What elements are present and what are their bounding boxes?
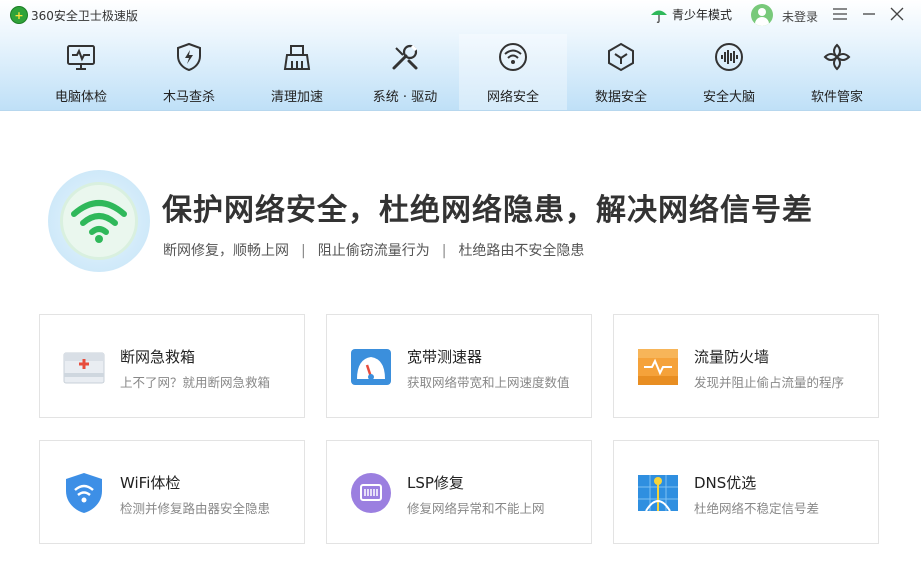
page-title: 保护网络安全，杜绝网络隐患，解决网络信号差 (162, 193, 813, 228)
hexagon-cube-icon (608, 42, 634, 72)
card-desc: 发现并阻止偷占流量的程序 (694, 375, 845, 390)
card-desc: 杜绝网络不稳定信号差 (694, 501, 820, 516)
tab-security-brain[interactable]: 安全大脑 (675, 34, 783, 110)
network-status-badge (48, 170, 150, 272)
card-title: DNS优选 (694, 474, 757, 492)
app-window: + 360安全卫士极速版 青少年模式 未登录 电脑体检 木马查杀 清理加速 系统… (0, 0, 921, 576)
card-desc: 修复网络异常和不能上网 (407, 501, 545, 516)
minimize-icon (863, 13, 875, 15)
tab-network-security[interactable]: 网络安全 (459, 34, 567, 110)
hamburger-icon (833, 8, 847, 20)
card-network-first-aid[interactable]: 断网急救箱 上不了网？就用断网急救箱 (39, 314, 305, 418)
tab-label: 清理加速 (270, 90, 323, 105)
brain-wave-icon (715, 43, 743, 71)
tab-label: 电脑体检 (54, 90, 107, 105)
tab-trojan-scan[interactable]: 木马查杀 (135, 34, 243, 110)
subtitle-separator: | (301, 243, 306, 259)
title-bar: + 360安全卫士极速版 青少年模式 未登录 (0, 0, 921, 30)
tab-label: 网络安全 (486, 90, 539, 105)
firewall-icon (638, 349, 678, 385)
login-link[interactable]: 未登录 (782, 8, 818, 25)
card-desc: 检测并修复路由器安全隐患 (120, 501, 271, 516)
tab-label: 数据安全 (594, 90, 647, 105)
flower-grid-icon (823, 43, 851, 71)
tab-system-driver[interactable]: 系统 · 驱动 (351, 34, 459, 110)
wifi-icon (499, 43, 527, 71)
wifi-shield-icon (66, 473, 102, 513)
card-title: 流量防火墙 (694, 348, 770, 366)
subtitle-item: 杜绝路由不安全隐患 (458, 243, 585, 259)
card-desc: 上不了网？就用断网急救箱 (120, 375, 271, 390)
tab-data-security[interactable]: 数据安全 (567, 34, 675, 110)
tab-label: 系统 · 驱动 (372, 90, 438, 105)
card-title: LSP修复 (407, 474, 464, 492)
menu-button[interactable] (830, 4, 850, 24)
header: + 360安全卫士极速版 青少年模式 未登录 电脑体检 木马查杀 清理加速 系统… (0, 0, 921, 111)
close-button[interactable] (887, 4, 907, 24)
card-speed-test[interactable]: 宽带测速器 获取网络带宽和上网速度数值 (326, 314, 592, 418)
minimize-button[interactable] (859, 4, 879, 24)
youth-mode-label: 青少年模式 (672, 8, 733, 22)
wifi-icon (71, 200, 127, 243)
close-icon (890, 7, 904, 21)
wrench-screwdriver-icon (392, 44, 418, 70)
card-title: 宽带测速器 (407, 348, 483, 366)
lsp-chip-icon (351, 473, 391, 513)
card-wifi-checkup[interactable]: WiFi体检 检测并修复路由器安全隐患 (39, 440, 305, 544)
card-title: WiFi体检 (120, 474, 181, 492)
subtitle-separator: | (441, 243, 447, 259)
tab-software-manager[interactable]: 软件管家 (783, 34, 891, 110)
first-aid-kit-icon (63, 352, 105, 384)
tab-pc-checkup[interactable]: 电脑体检 (27, 34, 135, 110)
app-title: 360安全卫士极速版 (31, 9, 138, 23)
monitor-pulse-icon (67, 45, 95, 70)
page-subtitle: 断网修复，顺畅上网 | 阻止偷窃流量行为 | 杜绝路由不安全隐患 (163, 240, 584, 260)
shield-bolt-icon (177, 42, 201, 72)
card-desc: 获取网络带宽和上网速度数值 (407, 375, 570, 390)
umbrella-icon (651, 10, 667, 23)
tab-label: 安全大脑 (702, 90, 755, 105)
broom-icon (283, 45, 311, 70)
subtitle-item: 阻止偷窃流量行为 (317, 243, 430, 259)
dns-globe-icon (638, 475, 678, 512)
avatar[interactable] (751, 4, 773, 26)
subtitle-item: 断网修复，顺畅上网 (163, 243, 289, 259)
speedometer-icon (351, 349, 391, 385)
card-dns-optimize[interactable]: DNS优选 杜绝网络不稳定信号差 (613, 440, 879, 544)
tab-label: 软件管家 (810, 90, 863, 105)
main-nav: 电脑体检 木马查杀 清理加速 系统 · 驱动 网络安全 数据安全 安全大脑 软件… (0, 34, 921, 110)
card-lsp-repair[interactable]: LSP修复 修复网络异常和不能上网 (326, 440, 592, 544)
card-traffic-firewall[interactable]: 流量防火墙 发现并阻止偷占流量的程序 (613, 314, 879, 418)
youth-mode-button[interactable]: 青少年模式 (650, 6, 732, 23)
card-title: 断网急救箱 (120, 348, 196, 366)
tab-cleanup[interactable]: 清理加速 (243, 34, 351, 110)
tab-label: 木马查杀 (162, 90, 215, 105)
app-logo-icon: + (10, 6, 28, 24)
